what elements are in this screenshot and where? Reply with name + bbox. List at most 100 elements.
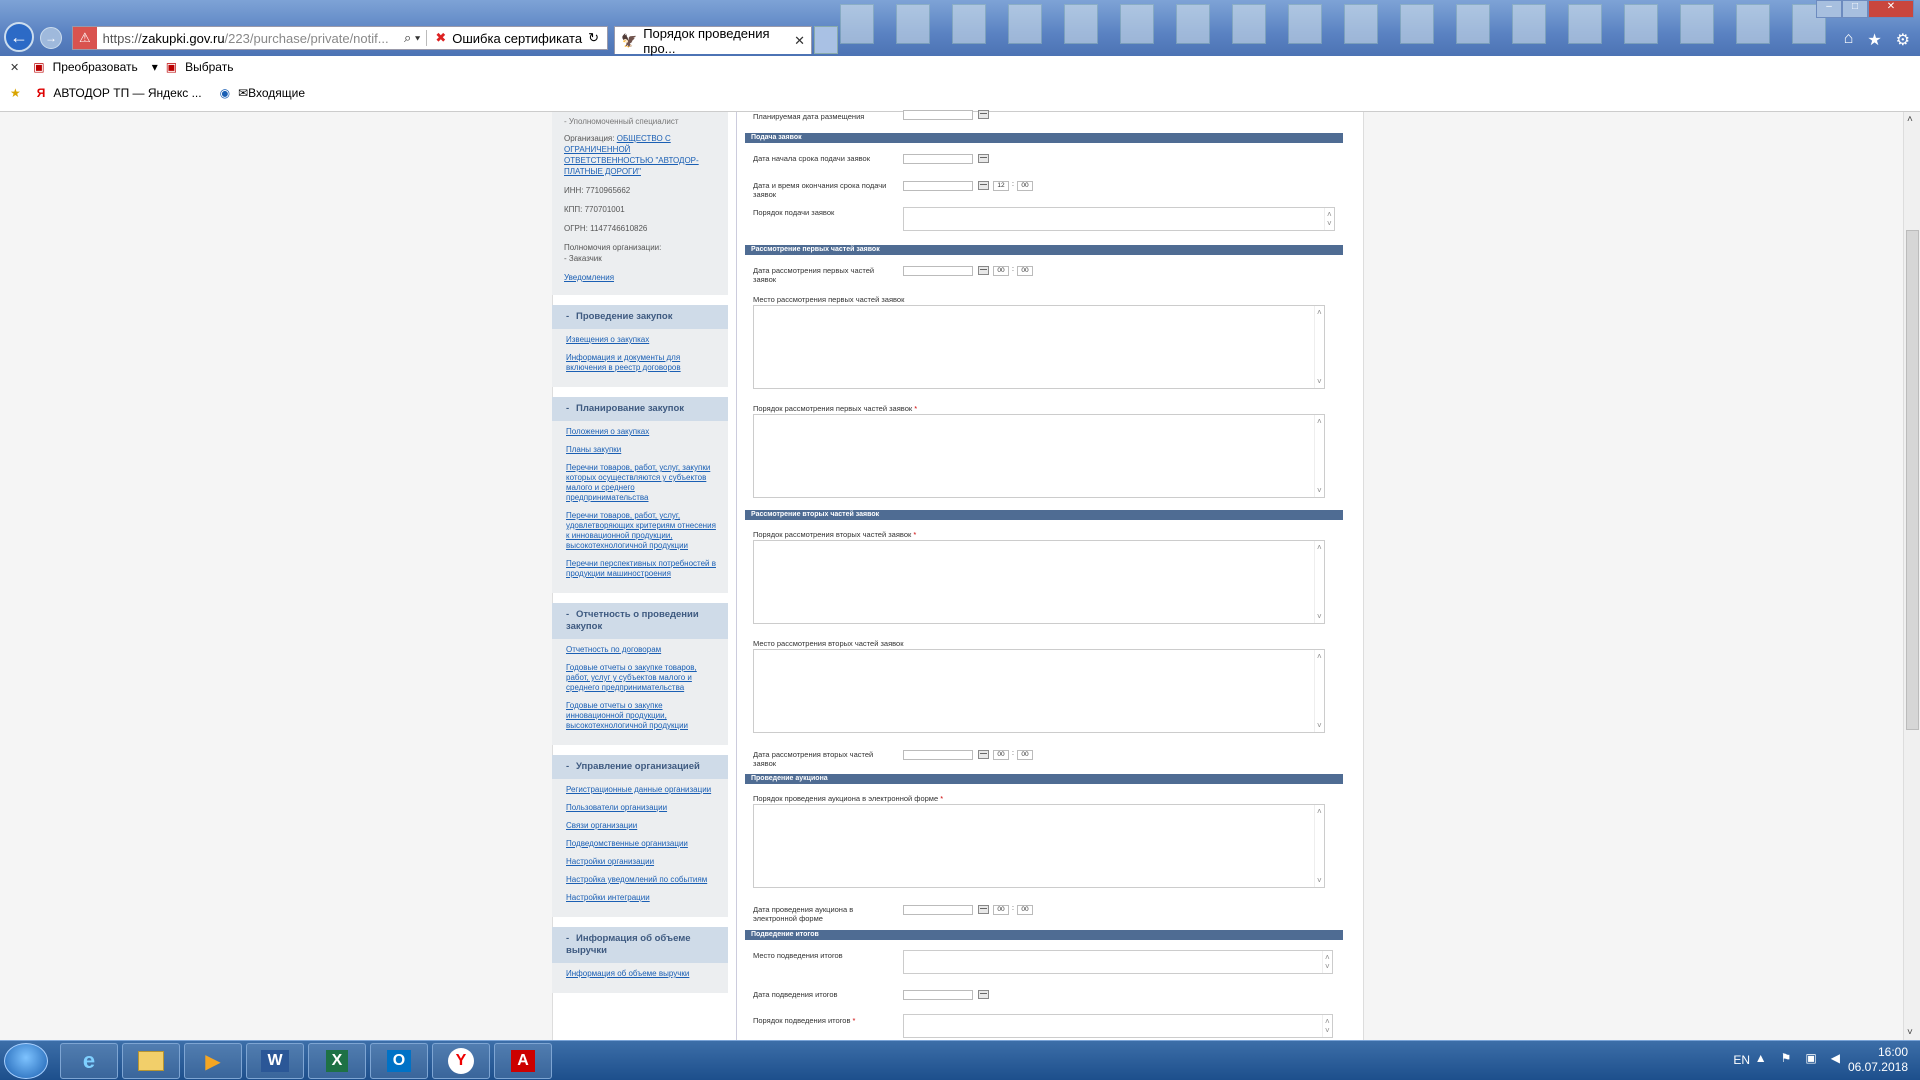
minimize-button[interactable]: – [1816, 0, 1842, 18]
url-text[interactable]: https://zakupki.gov.ru/223/purchase/priv… [97, 31, 395, 46]
close-window-button[interactable]: ✕ [1868, 0, 1914, 18]
tab-active[interactable]: 🦅 Порядок проведения про... ✕ [614, 26, 812, 56]
convert-button[interactable]: Преобразовать [53, 60, 138, 74]
first-order-label: Порядок рассмотрения первых частей заяво… [753, 404, 918, 413]
sidebar-link[interactable]: Извещения о закупках [566, 335, 718, 345]
results-place-textarea[interactable] [903, 950, 1333, 974]
forward-button[interactable]: → [40, 27, 62, 49]
close-tab-icon[interactable]: ✕ [794, 33, 805, 49]
second-place-textarea[interactable] [753, 649, 1325, 733]
minute-input[interactable]: 00 [1017, 750, 1033, 760]
sidebar-link[interactable]: Годовые отчеты о закупке инновационной п… [566, 701, 718, 731]
second-date-input[interactable] [903, 750, 973, 760]
sidebar-link[interactable]: Регистрационные данные организации [566, 785, 718, 795]
sidebar-link[interactable]: Подведомственные организации [566, 839, 718, 849]
flag-icon[interactable]: ⚑ [1781, 1051, 1792, 1065]
back-button[interactable]: ← [4, 22, 34, 52]
first-order-textarea[interactable] [753, 414, 1325, 498]
favorites-star-add-icon[interactable]: ★ [10, 86, 21, 100]
new-tab-button[interactable] [814, 26, 838, 54]
excel-taskbar-icon[interactable]: X [308, 1043, 366, 1079]
address-bar[interactable]: ⚠ https://zakupki.gov.ru/223/purchase/pr… [72, 26, 608, 50]
hour-input[interactable]: 00 [993, 905, 1009, 915]
sidebar-link[interactable]: Положения о закупках [566, 427, 718, 437]
sidebar-link[interactable]: Годовые отчеты о закупке товаров, работ,… [566, 663, 718, 693]
notifications-link[interactable]: Уведомления [564, 273, 614, 282]
yandex-browser-taskbar-icon[interactable]: Y [432, 1043, 490, 1079]
hour-input[interactable]: 00 [993, 750, 1009, 760]
calendar-icon[interactable] [978, 905, 989, 914]
scroll-down-icon[interactable]: ˅ [1907, 1027, 1913, 1038]
acrobat-taskbar-icon[interactable]: A [494, 1043, 552, 1079]
sidebar-link[interactable]: Перечни товаров, работ, услуг, закупки к… [566, 463, 718, 503]
sidebar-link[interactable]: Планы закупки [566, 445, 718, 455]
submission-order-textarea[interactable] [903, 207, 1335, 231]
sidebar-link[interactable]: Настройки интеграции [566, 893, 718, 903]
sidebar-link[interactable]: Информация об объеме выручки [566, 969, 718, 979]
sidebar-link[interactable]: Настройки организации [566, 857, 718, 867]
sidebar-link[interactable]: Перечни перспективных потребностей в про… [566, 559, 718, 579]
cert-error-label[interactable]: ✖ Ошибка сертификата ↻ [426, 30, 607, 46]
calendar-icon[interactable] [978, 181, 989, 190]
minute-input[interactable]: 00 [1017, 266, 1033, 276]
explorer-taskbar-icon[interactable] [122, 1043, 180, 1079]
first-place-textarea[interactable] [753, 305, 1325, 389]
sidebar-head-org[interactable]: - Управление организацией [552, 755, 728, 779]
favorites-star-icon[interactable]: ★ [1867, 30, 1881, 50]
show-hidden-icons-icon[interactable]: ▲ [1755, 1051, 1767, 1065]
sidebar-block-conduct: - Проведение закупок Извещения о закупках… [552, 305, 728, 387]
sidebar-link[interactable]: Информация и документы для включения в р… [566, 353, 718, 373]
sidebar-link[interactable]: Настройка уведомлений по событиям [566, 875, 718, 885]
planned-date-input[interactable] [903, 110, 973, 120]
sidebar-link[interactable]: Отчетность по договорам [566, 645, 718, 655]
hour-input[interactable]: 00 [993, 266, 1009, 276]
submission-end-date-input[interactable] [903, 181, 973, 191]
outlook-taskbar-icon[interactable]: O [370, 1043, 428, 1079]
auction-order-textarea[interactable] [753, 804, 1325, 888]
gear-icon[interactable]: ⚙ [1896, 30, 1910, 50]
submission-start-input[interactable] [903, 154, 973, 164]
calendar-icon[interactable] [978, 266, 989, 275]
minute-input[interactable]: 00 [1017, 905, 1033, 915]
chevron-down-icon[interactable]: ▾ [152, 60, 158, 74]
cert-error-icon[interactable]: ⚠ [73, 27, 97, 49]
refresh-icon[interactable]: ↻ [588, 30, 599, 46]
volume-icon[interactable]: ◀ [1831, 1051, 1840, 1065]
network-icon[interactable]: ▣ [1805, 1051, 1816, 1065]
page-scrollbar[interactable]: ˄ ˅ [1903, 112, 1920, 1040]
close-bar-icon[interactable]: ✕ [10, 61, 19, 74]
sidebar-link[interactable]: Связи организации [566, 821, 718, 831]
calendar-icon[interactable] [978, 750, 989, 759]
sidebar-head-revenue[interactable]: - Информация об объеме выручки [552, 927, 728, 963]
results-order-textarea[interactable] [903, 1014, 1333, 1038]
sidebar-link[interactable]: Перечни товаров, работ, услуг, удовлетво… [566, 511, 718, 551]
first-date-input[interactable] [903, 266, 973, 276]
search-icon[interactable]: ⌕ ▾ [398, 30, 426, 46]
auction-date-input[interactable] [903, 905, 973, 915]
sidebar-head-planning[interactable]: - Планирование закупок [552, 397, 728, 421]
scroll-up-icon[interactable]: ˄ [1907, 114, 1913, 125]
results-date-input[interactable] [903, 990, 973, 1000]
language-indicator[interactable]: EN [1733, 1053, 1750, 1067]
home-icon[interactable]: ⌂ [1844, 30, 1854, 50]
window-controls: – □ ✕ [1816, 0, 1914, 18]
ie-taskbar-icon[interactable]: e [60, 1043, 118, 1079]
scroll-thumb[interactable] [1906, 230, 1919, 730]
media-player-taskbar-icon[interactable]: ▶ [184, 1043, 242, 1079]
minute-input[interactable]: 00 [1017, 181, 1033, 191]
sidebar-head-reports[interactable]: - Отчетность о проведении закупок [552, 603, 728, 639]
second-order-textarea[interactable] [753, 540, 1325, 624]
sidebar-head-conduct[interactable]: - Проведение закупок [552, 305, 728, 329]
calendar-icon[interactable] [978, 990, 989, 999]
calendar-icon[interactable] [978, 110, 989, 119]
sidebar-link[interactable]: Пользователи организации [566, 803, 718, 813]
hour-input[interactable]: 12 [993, 181, 1009, 191]
favorite-inbox[interactable]: ✉Входящие [238, 86, 305, 100]
calendar-icon[interactable] [978, 154, 989, 163]
clock[interactable]: 16:00 06.07.2018 [1848, 1045, 1908, 1075]
select-button[interactable]: Выбрать [185, 60, 233, 74]
start-button[interactable] [4, 1043, 48, 1079]
favorite-autodor[interactable]: АВТОДОР ТП — Яндекс ... [53, 86, 201, 100]
maximize-button[interactable]: □ [1842, 0, 1868, 18]
word-taskbar-icon[interactable]: W [246, 1043, 304, 1079]
